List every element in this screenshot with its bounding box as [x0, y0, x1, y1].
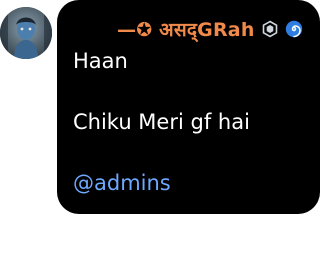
message-bubble[interactable]: —✪ असद्GRah Haan Chiku Meri gf hai @admi…: [57, 0, 320, 214]
message-text-line: Chiku Meri gf hai: [73, 110, 250, 134]
mention-link[interactable]: @admins: [73, 170, 171, 196]
message-text-line: Haan: [73, 49, 128, 73]
sender-name[interactable]: —✪ असद्GRah: [117, 16, 255, 42]
avatar[interactable]: [0, 7, 52, 59]
hexagon-badge-icon: [261, 20, 279, 38]
chat-message-row: —✪ असद्GRah Haan Chiku Meri gf hai @admi…: [0, 0, 320, 261]
avatar-image: [0, 7, 52, 59]
sender-header: —✪ असद्GRah: [117, 16, 303, 42]
cyclone-spiral-icon: [285, 20, 303, 38]
